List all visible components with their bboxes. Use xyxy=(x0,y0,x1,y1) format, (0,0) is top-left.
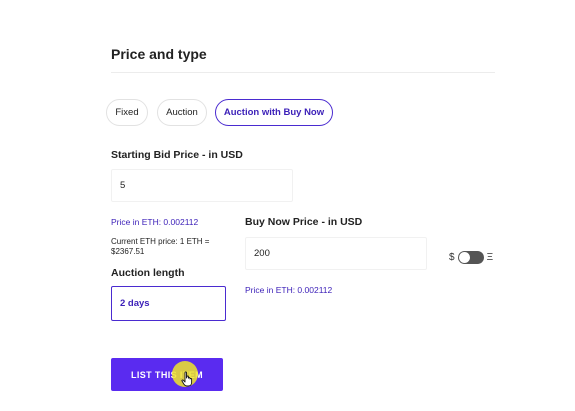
section-title: Price and type xyxy=(111,46,207,62)
auction-length-select[interactable]: 2 days xyxy=(111,286,226,321)
usd-symbol: $ xyxy=(449,252,455,263)
tab-auction[interactable]: Auction xyxy=(157,99,207,126)
tab-fixed[interactable]: Fixed xyxy=(106,99,148,126)
list-this-item-button[interactable]: LIST THIS ITEM xyxy=(111,358,223,391)
current-eth-price: Current ETH price: 1 ETH = $2367.51 xyxy=(111,237,209,257)
switch-knob xyxy=(458,252,470,263)
buy-now-eth-price: Price in ETH: 0.002112 xyxy=(245,285,333,295)
starting-bid-eth-price: Price in ETH: 0.002112 xyxy=(111,217,199,227)
starting-bid-input[interactable]: 5 xyxy=(111,169,293,202)
currency-switch[interactable] xyxy=(457,251,484,264)
currency-toggle[interactable]: $ Ξ xyxy=(449,251,493,264)
current-eth-price-line1: Current ETH price: 1 ETH = xyxy=(111,237,210,246)
eth-symbol: Ξ xyxy=(486,252,494,263)
starting-bid-label: Starting Bid Price - in USD xyxy=(111,149,243,161)
current-eth-price-line2: $2367.51 xyxy=(111,247,145,256)
hand-pointer-icon xyxy=(181,371,193,387)
auction-length-label: Auction length xyxy=(111,267,185,279)
divider xyxy=(111,72,495,73)
buy-now-input[interactable]: 200 xyxy=(245,237,427,270)
buy-now-label: Buy Now Price - in USD xyxy=(245,216,363,228)
tab-auction-with-buy-now[interactable]: Auction with Buy Now xyxy=(215,99,333,126)
